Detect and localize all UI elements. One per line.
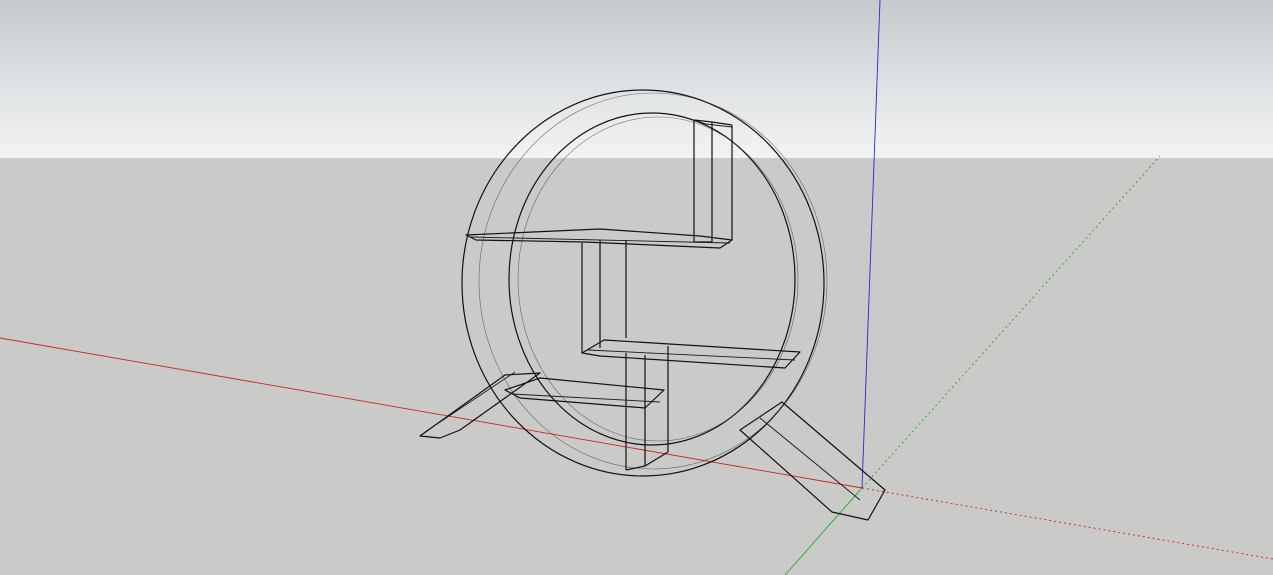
leg-left [419,372,541,439]
modeling-viewport[interactable] [0,0,1273,575]
ring-inner-front [508,112,796,446]
divider-upper-right [693,119,733,243]
blue-axis-solid [861,0,881,489]
divider-middle [581,240,627,353]
shelf-middle-line [587,349,796,361]
shelf-lower [504,377,665,409]
divider-lower [625,346,669,471]
green-axis-solid [784,487,863,575]
shelf-upper [465,228,733,249]
red-axis-dotted [861,487,1273,560]
green-axis-dotted [861,155,1161,489]
red-axis-solid [0,337,863,489]
leg-right-edge [759,417,861,501]
axis-lines [0,0,1273,575]
shelf-middle [581,339,801,369]
shelf-lower-line [511,393,661,403]
ring-outer-front [461,89,825,477]
scene-canvas[interactable] [0,0,1273,575]
round-shelf-model[interactable] [419,89,886,521]
ring-outer-back [478,92,828,470]
